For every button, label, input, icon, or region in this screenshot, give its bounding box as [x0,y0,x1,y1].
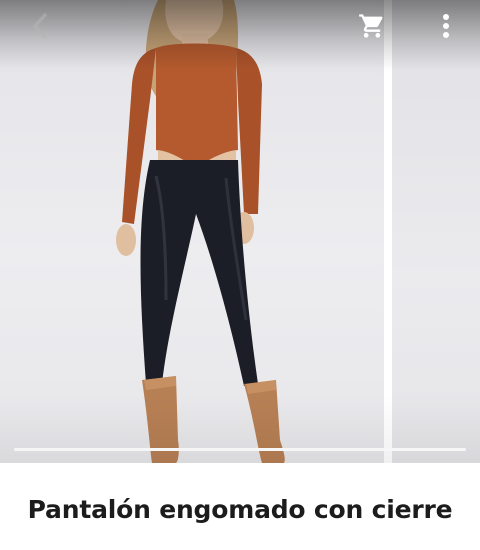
gallery-scroll-indicator [14,448,466,451]
cart-button[interactable] [354,8,390,44]
back-button[interactable] [22,10,58,42]
product-image-gallery[interactable] [0,0,480,463]
more-options-button[interactable] [432,8,460,44]
product-title: Pantalón engomado con cierre [27,495,453,524]
chevron-left-icon [33,13,47,39]
product-screen: Pantalón engomado con cierre [0,0,480,550]
photo-floor-shadow [0,395,480,463]
shopping-cart-icon [359,14,383,38]
toolbar-scrim [0,0,480,70]
more-vertical-icon [443,14,449,38]
